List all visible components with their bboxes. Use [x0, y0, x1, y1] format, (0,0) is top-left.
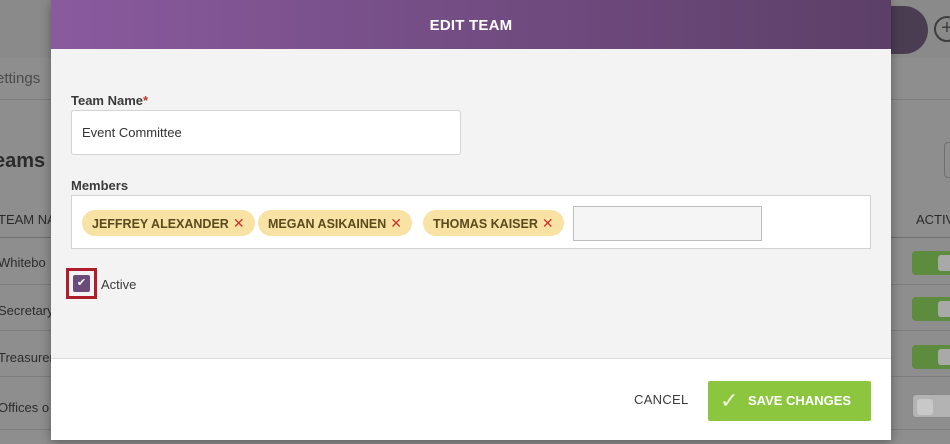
active-checkbox[interactable]: ✔	[73, 275, 90, 292]
background-row-label: Whitebo	[0, 255, 46, 270]
members-field[interactable]: JEFFREY ALEXANDER ✕ MEGAN ASIKAINEN ✕ THOM…	[71, 195, 871, 249]
member-tag: THOMAS KAISER ✕	[423, 210, 564, 236]
active-checkbox-highlight: ✔	[66, 268, 97, 299]
background-row-label: Offices o	[0, 400, 50, 415]
member-tag: MEGAN ASIKAINEN ✕	[258, 210, 413, 236]
save-changes-label: SAVE CHANGES	[748, 393, 852, 408]
background-row-label: Treasurer	[0, 350, 54, 365]
required-marker: *	[143, 93, 149, 108]
member-tag: JEFFREY ALEXANDER ✕	[82, 210, 255, 236]
checkmark-icon: ✓	[720, 388, 739, 413]
members-label: Members	[71, 178, 129, 193]
team-name-input[interactable]	[71, 110, 461, 155]
member-tag-label: THOMAS KAISER	[433, 217, 538, 231]
modal-title: EDIT TEAM	[51, 0, 891, 49]
cancel-button[interactable]: CANCEL	[634, 392, 689, 407]
member-tag-label: JEFFREY ALEXANDER	[92, 217, 229, 231]
background-col-name-header: TEAM NA	[0, 212, 56, 227]
background-teams-heading: eams (	[0, 150, 58, 172]
save-changes-button[interactable]: ✓ SAVE CHANGES	[708, 381, 871, 421]
active-toggle[interactable]	[912, 251, 950, 275]
background-settings-tab[interactable]: ettings	[0, 70, 40, 87]
active-label: Active	[101, 277, 137, 292]
remove-icon[interactable]: ✕	[233, 215, 245, 231]
modal-footer: CANCEL ✓ SAVE CHANGES	[51, 358, 891, 440]
member-search-input[interactable]	[573, 206, 762, 241]
active-toggle[interactable]	[912, 345, 950, 369]
modal-body: Team Name* Members JEFFREY ALEXANDER ✕ ME…	[51, 49, 891, 358]
team-name-label-text: Team Name	[71, 93, 144, 108]
active-toggle[interactable]	[912, 394, 950, 418]
background-col-active-header: ACTIV	[916, 212, 950, 227]
remove-icon[interactable]: ✕	[390, 215, 402, 231]
team-name-label: Team Name*	[71, 93, 148, 108]
background-control[interactable]	[944, 142, 950, 178]
remove-icon[interactable]: ✕	[542, 215, 554, 231]
edit-team-modal: EDIT TEAM Team Name* Members JEFFREY ALE…	[51, 0, 891, 440]
checkmark-icon: ✔	[76, 277, 87, 289]
background-row-label: Secretary	[0, 303, 54, 318]
member-tag-label: MEGAN ASIKAINEN	[268, 217, 387, 231]
active-toggle[interactable]	[912, 297, 950, 321]
